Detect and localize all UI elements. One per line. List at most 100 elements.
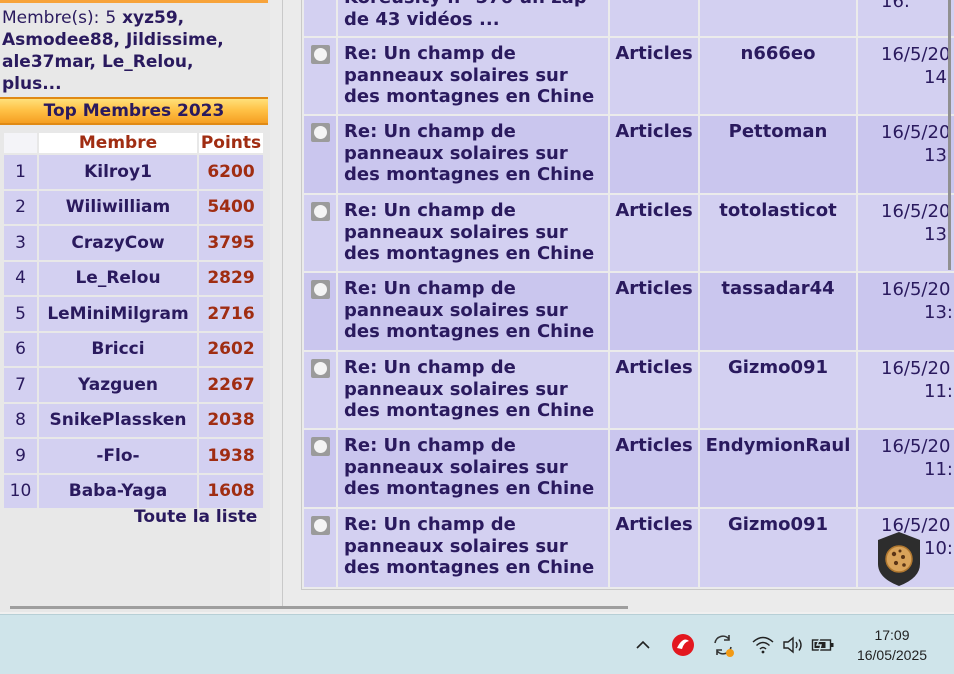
member-rank: 4 (4, 261, 37, 295)
post-date: 16/5/20 13: (858, 116, 954, 193)
post-date: 16/5/20 14: (858, 38, 954, 114)
post-author (700, 0, 856, 36)
post-author-link[interactable]: n666eo (700, 38, 856, 114)
member-name-link[interactable]: Baba-Yaga (39, 474, 197, 508)
cookie-consent-button[interactable] (876, 530, 922, 588)
member-points: 5400 (199, 190, 263, 224)
post-title-link[interactable]: Re: Un champ de panneaux solaires sur de… (338, 352, 608, 428)
post-date: 16/5/20 13: (858, 195, 954, 271)
volume-icon[interactable] (780, 615, 806, 674)
sync-icon[interactable] (709, 615, 737, 674)
post-title-link[interactable]: Re: Un champ de panneaux solaires sur de… (338, 116, 608, 193)
post-date-day: 16/5/20 (881, 44, 951, 65)
post-title-link[interactable]: Re: Un champ de panneaux solaires sur de… (338, 430, 608, 507)
member-link[interactable]: Le_Relou, (102, 52, 194, 72)
post-type (610, 0, 698, 36)
post-date: 16: (858, 0, 954, 36)
post-status-icon (311, 123, 330, 142)
member-rank: 8 (4, 403, 37, 437)
post-row: Re: Un champ de panneaux solaires sur de… (304, 509, 954, 589)
antivirus-icon[interactable] (670, 615, 696, 674)
post-type: Articles (610, 430, 698, 507)
member-link[interactable]: Jildissime, (126, 30, 224, 50)
member-points: 2602 (199, 332, 263, 366)
more-members-link[interactable]: plus... (2, 74, 62, 94)
cookie-icon (878, 532, 920, 586)
member-link[interactable]: ale37mar, (2, 52, 96, 72)
post-author-link[interactable]: Pettoman (700, 116, 856, 193)
post-date: 16/5/20 11: (858, 352, 954, 428)
post-title-line: de 43 vidéos ... (344, 8, 500, 30)
member-link[interactable]: Asmodee88, (2, 30, 120, 50)
member-name-link[interactable]: -Flo- (39, 439, 197, 473)
horizontal-scrollbar[interactable] (10, 606, 628, 609)
top-member-row: 4 Le_Relou 2829 (4, 261, 263, 295)
post-icon-cell (304, 0, 336, 36)
post-row: Re: Un champ de panneaux solaires sur de… (304, 38, 954, 116)
post-author-link[interactable]: totolasticot (700, 195, 856, 271)
divider (301, 0, 302, 590)
post-date-time: 13: (924, 145, 953, 166)
member-name-link[interactable]: Wiliwilliam (39, 190, 197, 224)
post-row: Re: Un champ de panneaux solaires sur de… (304, 352, 954, 430)
post-row: Koreusity n° 576 un zap de 43 vidéos ...… (304, 0, 954, 38)
member-link[interactable]: xyz59, (122, 8, 184, 28)
post-author-link[interactable]: Gizmo091 (700, 352, 856, 428)
clock-time: 17:09 (874, 627, 910, 643)
post-author-link[interactable]: EndymionRaul (700, 430, 856, 507)
top-member-row: 7 Yazguen 2267 (4, 368, 263, 402)
member-rank: 2 (4, 190, 37, 224)
member-name-link[interactable]: LeMiniMilgram (39, 297, 197, 331)
post-row: Re: Un champ de panneaux solaires sur de… (304, 195, 954, 273)
member-points: 3795 (199, 226, 263, 260)
member-name-link[interactable]: Le_Relou (39, 261, 197, 295)
post-date: 16/5/20 13: (858, 273, 954, 350)
post-title-link[interactable]: Koreusity n° 576 un zap de 43 vidéos ... (338, 0, 608, 36)
system-clock[interactable]: 17:09 16/05/2025 (844, 625, 940, 665)
post-date-day: 16/5/20 (881, 358, 951, 379)
post-date-time: 13: (924, 224, 953, 245)
battery-icon[interactable] (810, 615, 836, 674)
member-name-link[interactable]: Kilroy1 (39, 155, 197, 189)
full-list-link[interactable]: Toute la liste (134, 507, 257, 527)
post-title-link[interactable]: Re: Un champ de panneaux solaires sur de… (338, 38, 608, 114)
member-points: 2038 (199, 403, 263, 437)
vertical-scrollbar[interactable] (948, 0, 951, 270)
post-title-link[interactable]: Re: Un champ de panneaux solaires sur de… (338, 273, 608, 350)
member-rank: 9 (4, 439, 37, 473)
post-title-link[interactable]: Re: Un champ de panneaux solaires sur de… (338, 509, 608, 587)
post-row: Re: Un champ de panneaux solaires sur de… (304, 116, 954, 195)
post-type: Articles (610, 509, 698, 587)
top-member-row: 10 Baba-Yaga 1608 (4, 474, 263, 508)
post-icon-cell (304, 195, 336, 271)
post-status-icon (311, 280, 330, 299)
member-name-link[interactable]: SnikePlassken (39, 403, 197, 437)
points-column-header: Points (199, 133, 263, 153)
post-status-icon (311, 45, 330, 64)
post-icon-cell (304, 430, 336, 507)
top-member-row: 1 Kilroy1 6200 (4, 155, 263, 189)
post-icon-cell (304, 116, 336, 193)
post-icon-cell (304, 509, 336, 587)
chevron-up-icon[interactable] (630, 615, 656, 674)
wifi-icon[interactable] (750, 615, 776, 674)
post-status-icon (311, 437, 330, 456)
post-author-link[interactable]: Gizmo091 (700, 509, 856, 587)
post-date-day: 16/5/20 (881, 279, 951, 300)
divider (301, 589, 954, 590)
member-name-link[interactable]: CrazyCow (39, 226, 197, 260)
member-name-link[interactable]: Bricci (39, 332, 197, 366)
post-type: Articles (610, 273, 698, 350)
post-status-icon (311, 516, 330, 535)
post-title-link[interactable]: Re: Un champ de panneaux solaires sur de… (338, 195, 608, 271)
member-rank: 5 (4, 297, 37, 331)
post-row: Re: Un champ de panneaux solaires sur de… (304, 273, 954, 352)
member-rank: 6 (4, 332, 37, 366)
member-points: 2716 (199, 297, 263, 331)
post-date-day: 16/5/20 (881, 201, 951, 222)
post-status-icon (311, 202, 330, 221)
post-author-link[interactable]: tassadar44 (700, 273, 856, 350)
post-date-time: 11: (924, 459, 953, 480)
member-name-link[interactable]: Yazguen (39, 368, 197, 402)
post-icon-cell (304, 273, 336, 350)
